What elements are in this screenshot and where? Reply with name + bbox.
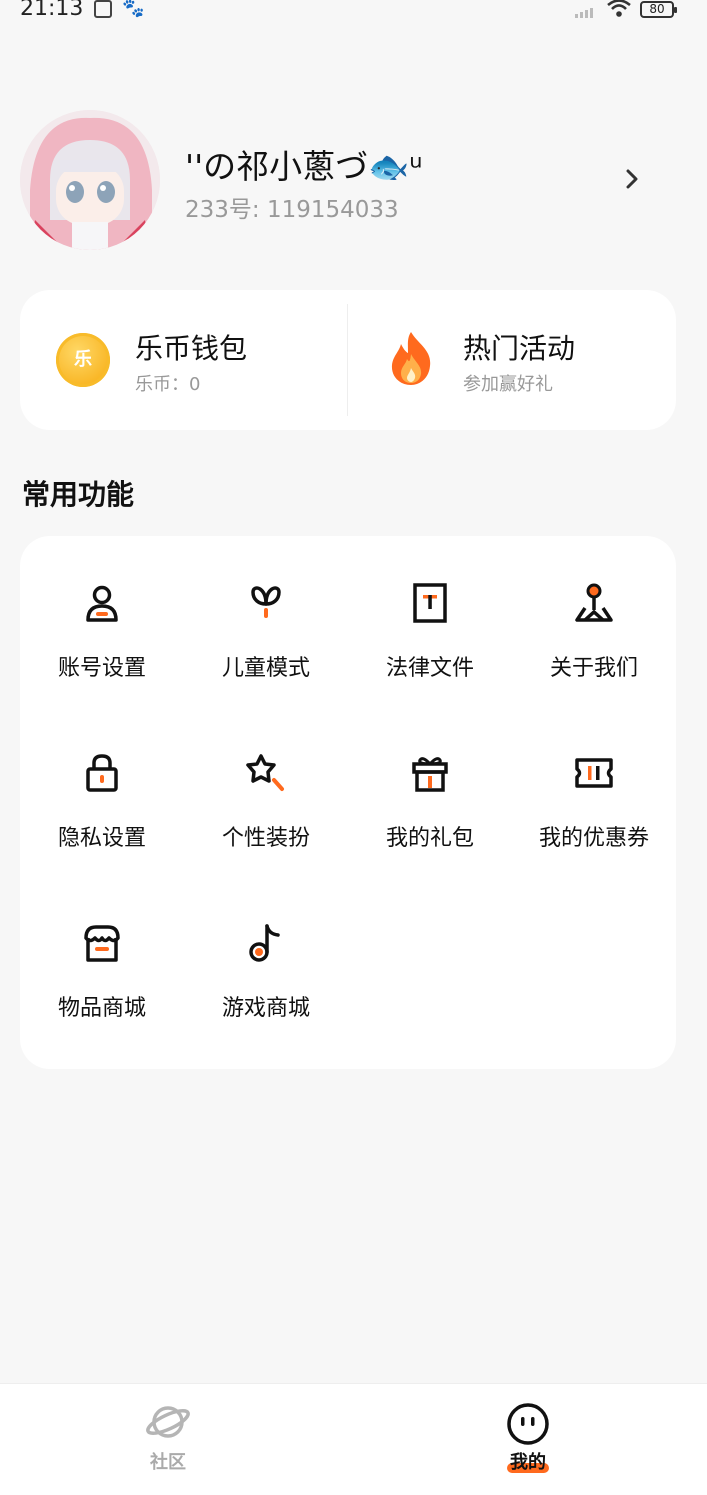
wallet-balance: 乐币：0 [135,374,201,395]
function-label: 账号设置 [57,656,146,681]
function-my-coupons[interactable]: 我的优惠券 [512,706,676,866]
function-legal-documents[interactable]: 法律文件 [348,536,512,696]
account-icon [86,585,118,622]
music-note-icon [249,924,280,962]
avatar-image [20,110,160,250]
function-label: 我的礼包 [385,826,474,851]
tab-label: 我的 [510,1452,546,1473]
function-personal-decor[interactable]: 个性装扮 [184,706,348,866]
wallet-title: 乐币钱包 [135,332,248,365]
lock-icon [86,754,118,792]
wallet-entry[interactable]: 乐 乐币钱包 乐币：0 [20,290,347,430]
profile-id: 233号: 119154033 [185,197,399,223]
child-mode-icon [251,586,281,618]
function-label: 我的优惠券 [538,826,649,851]
function-about-us[interactable]: 关于我们 [512,536,676,696]
function-label: 法律文件 [385,656,474,681]
bottom-tab-bar: 社区 我的 [0,1383,707,1495]
planet-icon [146,1406,190,1438]
gift-icon [412,757,448,792]
function-label: 隐私设置 [57,826,146,851]
status-bar: 21:13 🐾 80 [0,0,707,28]
paw-app-icon: 🐾 [122,0,145,19]
about-us-icon [575,583,613,622]
function-item-store[interactable]: 物品商城 [20,876,184,1036]
fire-icon [391,332,431,385]
function-my-gifts[interactable]: 我的礼包 [348,706,512,866]
function-label: 物品商城 [57,996,146,1021]
function-account-settings[interactable]: 账号设置 [20,536,184,696]
chevron-right-icon[interactable] [620,165,644,193]
battery-icon: 80 [640,1,677,18]
section-title: 常用功能 [22,478,135,511]
wallet-activity-card: 乐 乐币钱包 乐币：0 热门活动 参加赢好礼 [20,290,676,430]
function-label: 游戏商城 [221,996,310,1021]
face-icon [507,1403,549,1445]
activity-subtitle: 参加赢好礼 [463,374,553,395]
coin-icon: 乐 [56,333,110,387]
legal-document-icon [413,583,447,623]
tab-label: 社区 [150,1452,186,1473]
function-label: 关于我们 [549,656,638,681]
activity-entry[interactable]: 热门活动 参加赢好礼 [348,290,676,430]
notification-app-icon [94,0,112,18]
wifi-icon [607,0,631,17]
activity-title: 热门活动 [463,332,576,365]
function-game-store[interactable]: 游戏商城 [184,876,348,1036]
functions-card: 账号设置 儿童模式 法律文件 关于我们 隐私设置 个性装扮 我的礼包 我的优惠券… [20,536,676,1069]
avatar[interactable] [20,110,160,250]
function-privacy-settings[interactable]: 隐私设置 [20,706,184,866]
signal-icon [575,4,593,18]
function-label: 儿童模式 [221,656,310,681]
profile-name[interactable]: ''の祁小蔥づ🐟ᵘ [185,140,423,188]
function-label: 个性装扮 [221,826,310,851]
store-icon [84,925,120,962]
tab-mine[interactable]: 我的 [468,1384,588,1495]
coupon-icon [575,758,613,788]
star-decor-icon [246,754,284,791]
tab-community[interactable]: 社区 [108,1384,228,1495]
function-child-mode[interactable]: 儿童模式 [184,536,348,696]
status-time: 21:13 [20,0,84,21]
